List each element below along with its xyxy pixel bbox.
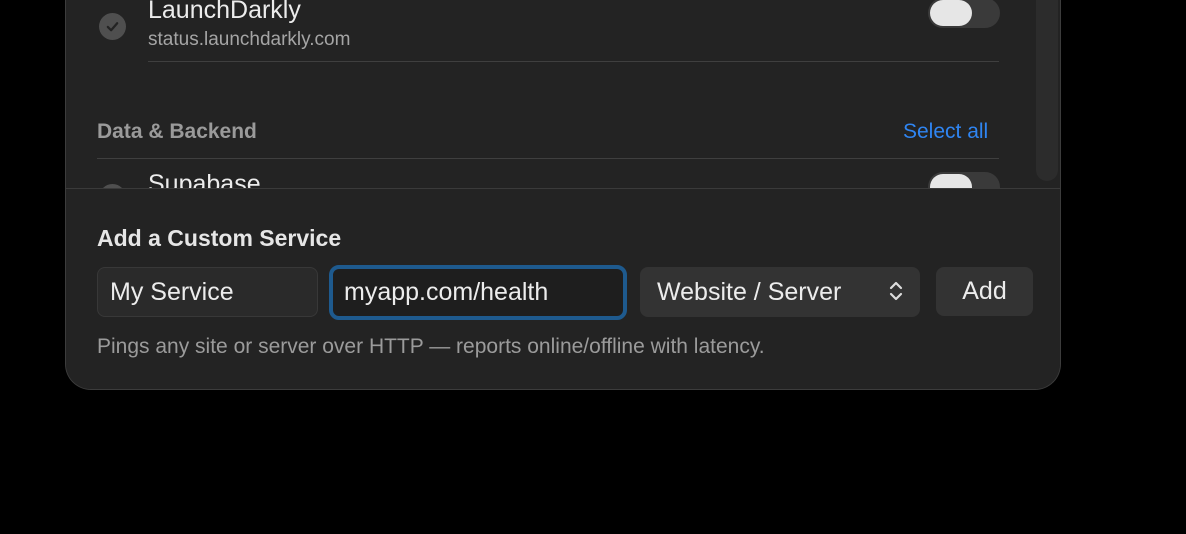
- service-toggle[interactable]: [928, 0, 1000, 28]
- service-type-value: Website / Server: [657, 277, 842, 306]
- service-row-supabase[interactable]: Supabase: [66, 170, 1060, 188]
- service-type-select[interactable]: Website / Server: [640, 267, 920, 317]
- service-list: LaunchDarkly status.launchdarkly.com Dat…: [66, 0, 1060, 188]
- section-divider: [97, 158, 999, 159]
- settings-panel: LaunchDarkly status.launchdarkly.com Dat…: [65, 0, 1061, 390]
- section-header: Data & Backend: [97, 120, 257, 143]
- scrollbar[interactable]: [1036, 0, 1058, 181]
- service-row-launchdarkly[interactable]: LaunchDarkly status.launchdarkly.com: [66, 0, 1060, 56]
- service-host: status.launchdarkly.com: [148, 29, 351, 50]
- service-name: Supabase: [148, 170, 261, 188]
- toggle-knob: [930, 174, 972, 188]
- row-divider: [148, 61, 999, 62]
- toggle-knob: [930, 0, 972, 26]
- service-name-input[interactable]: [97, 267, 318, 317]
- custom-service-hint: Pings any site or server over HTTP — rep…: [97, 335, 765, 358]
- service-url-input[interactable]: [329, 265, 627, 320]
- custom-service-section: Add a Custom Service Website / Server Ad…: [66, 188, 1060, 389]
- service-toggle[interactable]: [928, 172, 1000, 188]
- check-circle-icon[interactable]: [99, 13, 126, 40]
- add-button[interactable]: Add: [936, 267, 1033, 316]
- select-all-link[interactable]: Select all: [903, 120, 988, 144]
- custom-service-title: Add a Custom Service: [97, 225, 342, 251]
- service-name: LaunchDarkly: [148, 0, 301, 24]
- up-down-chevron-icon: [888, 279, 904, 310]
